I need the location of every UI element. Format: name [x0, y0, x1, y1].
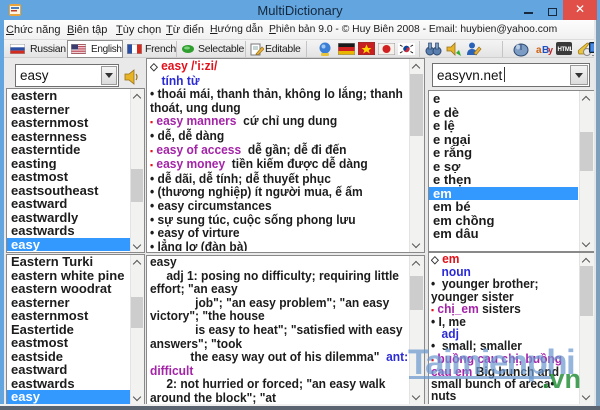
svg-text:y: y — [548, 45, 553, 55]
svg-text:HTML: HTML — [558, 47, 574, 53]
